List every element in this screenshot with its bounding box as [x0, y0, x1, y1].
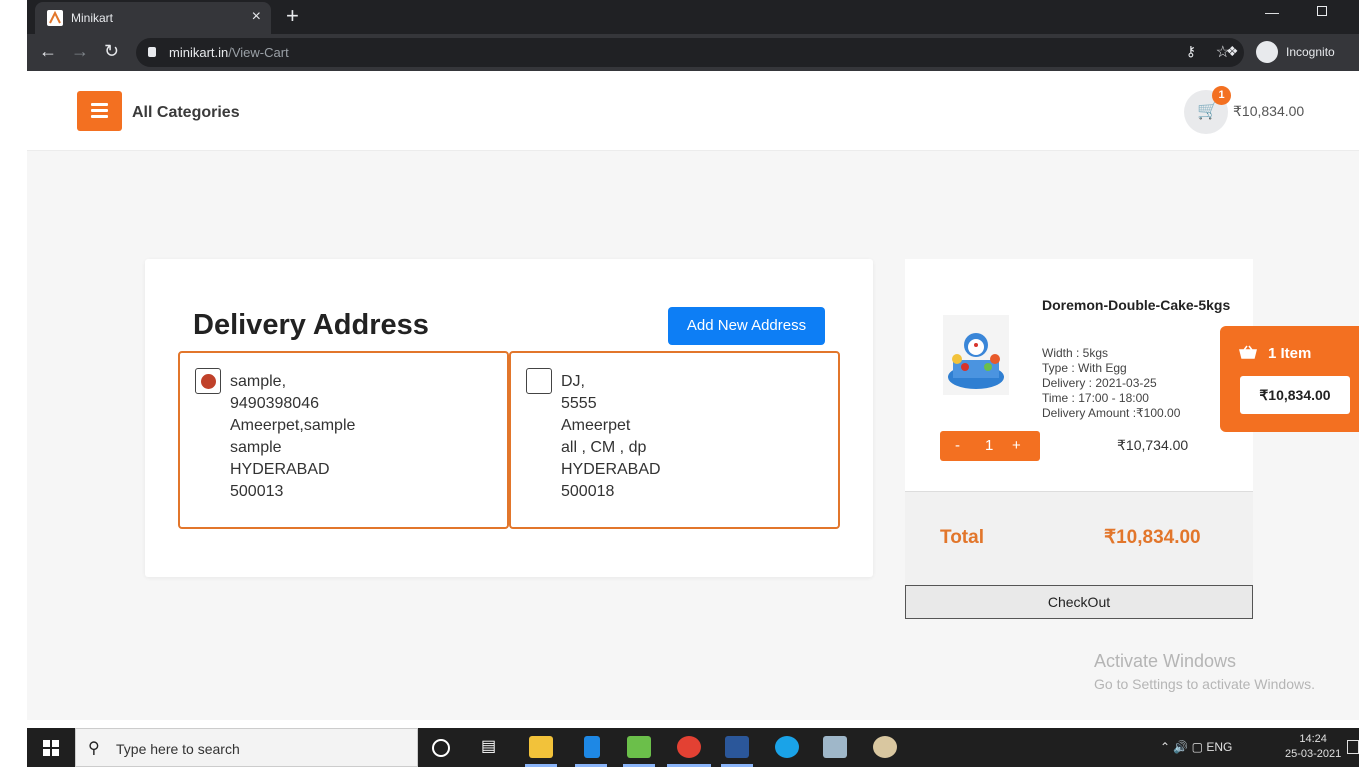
- all-categories-link[interactable]: All Categories: [132, 104, 240, 122]
- tab-close-icon[interactable]: ×: [252, 8, 261, 26]
- address-line: Ameerpet,sample: [230, 417, 356, 434]
- address-line: 9490398046: [230, 395, 319, 412]
- paint-icon[interactable]: [873, 736, 897, 758]
- shopping-cart-icon: 🛒: [1197, 101, 1219, 120]
- product-image: [943, 315, 1009, 395]
- quantity-stepper: - 1 +: [940, 431, 1040, 461]
- delivery-time: Time : 17:00 - 18:00: [1042, 391, 1149, 405]
- url-text[interactable]: minikart.in/View-Cart: [169, 45, 289, 60]
- search-placeholder: Type here to search: [116, 741, 240, 757]
- address-select-checkbox[interactable]: [526, 368, 552, 394]
- phone-app-icon[interactable]: [584, 736, 600, 758]
- incognito-icon[interactable]: [1256, 41, 1278, 63]
- windows-start-icon[interactable]: [43, 740, 59, 756]
- display-app-icon[interactable]: [823, 736, 847, 758]
- product-type: Type : With Egg: [1042, 361, 1127, 375]
- address-line: all , CM , dp: [561, 439, 647, 456]
- windows-taskbar: ⚲ Type here to search ▤ ⌃ 🔊 ▢ ENG 14:24 …: [27, 728, 1359, 767]
- key-icon[interactable]: ⚷: [1186, 43, 1196, 60]
- hamburger-menu-button[interactable]: [77, 91, 122, 131]
- address-lines: sample, 9490398046 Ameerpet,sample sampl…: [230, 371, 355, 503]
- floating-cart-price: ₹10,834.00: [1240, 376, 1350, 414]
- cart-total-amount: ₹10,834.00: [1233, 103, 1305, 119]
- site-header: All Categories 🛒 1 ₹10,834.00: [27, 71, 1359, 151]
- cart-item: Doremon-Double-Cake-5kgs Width : 5kgs Ty…: [905, 259, 1253, 491]
- delivery-date: Delivery : 2021-03-25: [1042, 376, 1157, 390]
- address-option-2[interactable]: DJ, 5555 Ameerpet all , CM , dp HYDERABA…: [509, 351, 840, 529]
- checkout-button[interactable]: CheckOut: [905, 585, 1253, 619]
- page-content: All Categories 🛒 1 ₹10,834.00 Delivery A…: [27, 71, 1359, 720]
- task-view-icon[interactable]: ▤: [481, 736, 505, 758]
- address-bar[interactable]: minikart.in/View-Cart ⚷ ☆: [136, 38, 1244, 67]
- delivery-address-card: Delivery Address Add New Address sample,…: [145, 259, 873, 577]
- item-price: ₹10,734.00: [1117, 437, 1189, 453]
- chrome-icon[interactable]: [677, 736, 701, 758]
- browser-toolbar: ← → ↻ minikart.in/View-Cart ⚷ ☆ ❖ Incogn…: [27, 34, 1359, 71]
- browser-tab-strip: Minikart × + —: [27, 0, 1359, 34]
- activate-windows-title: Activate Windows: [1094, 651, 1237, 671]
- cortana-icon[interactable]: [432, 739, 450, 757]
- window-minimize-icon[interactable]: —: [1265, 4, 1279, 20]
- basket-icon: [1239, 345, 1257, 359]
- product-width: Width : 5kgs: [1042, 346, 1109, 360]
- edge-icon[interactable]: [775, 736, 799, 758]
- clock-time: 14:24: [1299, 733, 1327, 745]
- total-section: Total ₹10,834.00: [905, 491, 1253, 585]
- qty-minus-button[interactable]: -: [955, 437, 960, 455]
- notification-icon[interactable]: [1347, 740, 1359, 754]
- window-restore-icon[interactable]: [1317, 6, 1327, 16]
- address-line: 500018: [561, 483, 615, 500]
- word-icon[interactable]: [725, 736, 749, 758]
- floating-cart-widget[interactable]: 1 Item ₹10,834.00: [1220, 326, 1359, 432]
- address-lines: DJ, 5555 Ameerpet all , CM , dp HYDERABA…: [561, 371, 661, 503]
- file-explorer-icon[interactable]: [529, 736, 553, 758]
- address-line: HYDERABAD: [230, 461, 330, 478]
- total-label: Total: [940, 527, 984, 548]
- taskbar-search-input[interactable]: ⚲ Type here to search: [75, 728, 418, 767]
- address-select-checkbox[interactable]: [195, 368, 221, 394]
- tab-title: Minikart: [71, 11, 114, 25]
- order-summary: Doremon-Double-Cake-5kgs Width : 5kgs Ty…: [905, 259, 1253, 619]
- forward-arrow-icon[interactable]: →: [71, 40, 89, 62]
- floating-cart-count: 1 Item: [1268, 345, 1312, 362]
- qty-value: 1: [985, 437, 994, 454]
- new-tab-button[interactable]: +: [286, 4, 299, 28]
- browser-tab[interactable]: Minikart ×: [35, 2, 271, 34]
- total-value: ₹10,834.00: [1104, 527, 1201, 548]
- cart-count-badge: 1: [1212, 86, 1231, 105]
- address-line: sample: [230, 439, 282, 456]
- selected-dot-icon: [201, 374, 216, 389]
- address-line: 5555: [561, 395, 597, 412]
- activate-windows-subtitle: Go to Settings to activate Windows.: [1094, 676, 1315, 692]
- address-line: DJ,: [561, 373, 585, 390]
- clock[interactable]: 14:24 25-03-2021: [1285, 732, 1341, 762]
- delivery-amount: Delivery Amount :₹100.00: [1042, 406, 1181, 420]
- clock-date: 25-03-2021: [1285, 748, 1342, 760]
- lock-icon: [148, 47, 156, 57]
- notepad-app-icon[interactable]: [627, 736, 651, 758]
- qty-plus-button[interactable]: +: [1012, 437, 1021, 455]
- back-arrow-icon[interactable]: ←: [39, 40, 57, 62]
- search-icon: ⚲: [88, 740, 100, 757]
- delivery-address-title: Delivery Address: [193, 309, 429, 341]
- product-name[interactable]: Doremon-Double-Cake-5kgs: [1042, 291, 1232, 319]
- reload-icon[interactable]: ↻: [104, 40, 119, 62]
- address-option-1[interactable]: sample, 9490398046 Ameerpet,sample sampl…: [178, 351, 509, 529]
- language-indicator[interactable]: ENG: [1206, 740, 1232, 754]
- address-line: 500013: [230, 483, 284, 500]
- system-tray[interactable]: ⌃ 🔊 ▢ ENG: [1160, 740, 1232, 754]
- add-new-address-button[interactable]: Add New Address: [668, 307, 825, 345]
- address-line: Ameerpet: [561, 417, 631, 434]
- incognito-label[interactable]: Incognito: [1286, 45, 1335, 59]
- minikart-favicon-icon: [47, 10, 63, 26]
- address-line: sample,: [230, 373, 287, 390]
- extensions-puzzle-icon[interactable]: ❖: [1226, 43, 1239, 60]
- address-line: HYDERABAD: [561, 461, 661, 478]
